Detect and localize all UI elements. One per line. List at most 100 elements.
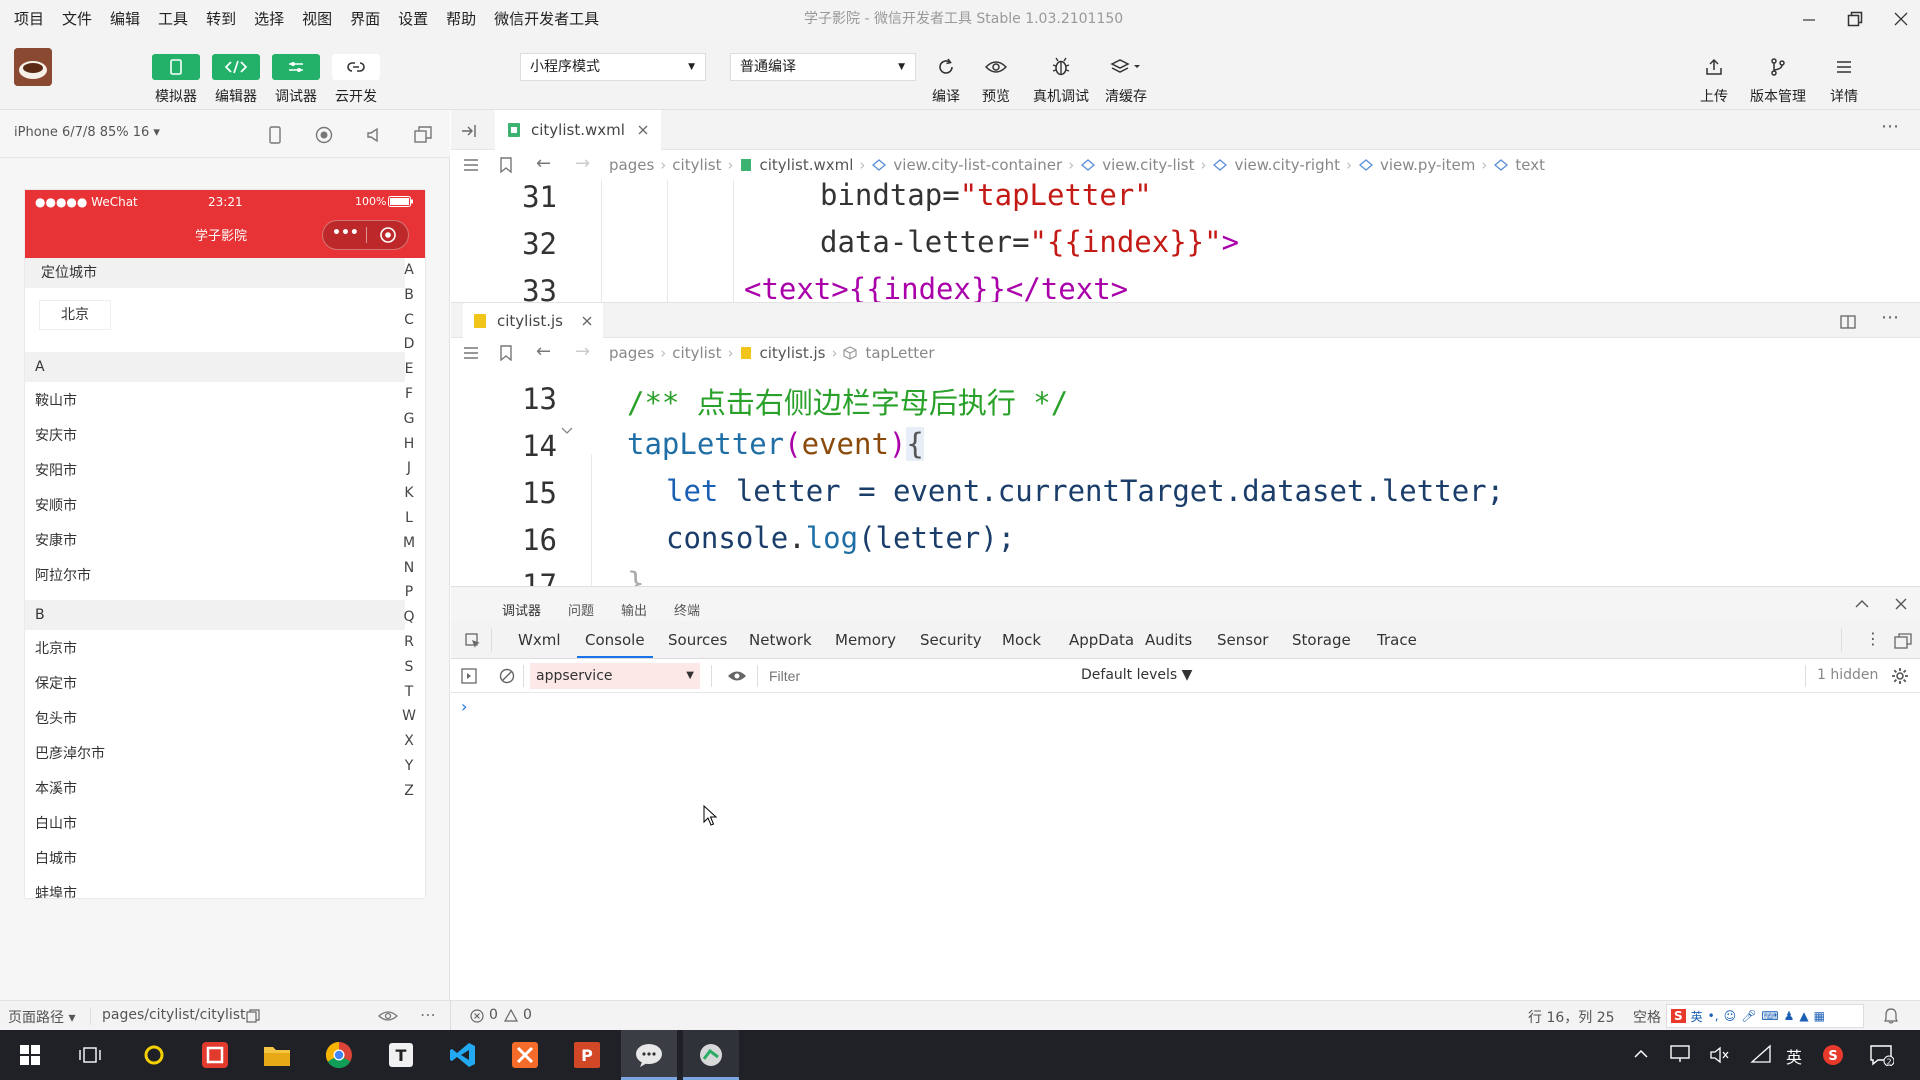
- index-letter[interactable]: Q: [402, 609, 416, 625]
- menu-tools[interactable]: 工具: [149, 0, 197, 38]
- grid-icon[interactable]: ▦: [1814, 1009, 1825, 1023]
- error-count[interactable]: 0: [489, 1007, 498, 1023]
- menu-wechat-devtools[interactable]: 微信开发者工具: [485, 0, 608, 38]
- devtools-tab-security[interactable]: Security: [920, 631, 982, 649]
- gear-icon[interactable]: [1891, 667, 1909, 685]
- index-letter[interactable]: G: [402, 411, 416, 427]
- speaker-mute-icon[interactable]: [1710, 1046, 1730, 1064]
- more-icon[interactable]: •••: [332, 225, 359, 241]
- index-letter[interactable]: T: [402, 684, 416, 700]
- more-actions-icon[interactable]: ⋯: [1881, 116, 1899, 137]
- context-select[interactable]: appservice ▼: [530, 663, 700, 689]
- menu-help[interactable]: 帮助: [437, 0, 485, 38]
- index-letter[interactable]: X: [402, 733, 416, 749]
- notification-bell-icon[interactable]: [1884, 1008, 1898, 1024]
- devtools-tab-memory[interactable]: Memory: [835, 631, 896, 649]
- back-arrow-icon[interactable]: ←: [536, 153, 551, 174]
- code-line-16[interactable]: console.log(letter);: [666, 521, 1015, 555]
- collapse-sidebar-icon[interactable]: [461, 124, 477, 138]
- devtools-tab-mock[interactable]: Mock: [1002, 631, 1041, 649]
- page-path-dropdown[interactable]: 页面路径 ▾: [8, 1007, 75, 1027]
- index-letter[interactable]: Y: [402, 758, 416, 774]
- taskbar-app-cortana[interactable]: [126, 1030, 182, 1080]
- upload-button[interactable]: 上传: [1684, 38, 1744, 110]
- index-letter[interactable]: D: [402, 336, 416, 352]
- city-item[interactable]: 蚌埠市: [25, 877, 405, 898]
- warning-count[interactable]: 0: [523, 1007, 532, 1023]
- city-item[interactable]: 白山市: [25, 807, 405, 842]
- taskbar-app-vscode[interactable]: [435, 1030, 491, 1080]
- mic-icon[interactable]: 🎤︎: [1741, 1009, 1756, 1023]
- index-letter[interactable]: Z: [402, 783, 416, 799]
- close-window-button[interactable]: [1878, 0, 1920, 38]
- clear-cache-button[interactable]: 清缓存: [1096, 38, 1156, 110]
- city-item[interactable]: 本溪市: [25, 772, 405, 807]
- inspect-element-icon[interactable]: [465, 633, 481, 649]
- back-arrow-icon[interactable]: ←: [536, 341, 551, 362]
- outline-list-icon[interactable]: [463, 346, 479, 360]
- city-item[interactable]: 包头市: [25, 702, 405, 737]
- kebab-menu-icon[interactable]: ⋮: [1865, 629, 1881, 648]
- record-icon[interactable]: [315, 126, 333, 144]
- close-tab-icon[interactable]: [637, 124, 649, 136]
- city-item[interactable]: 安庆市: [25, 419, 405, 454]
- bookmark-icon[interactable]: [500, 345, 512, 361]
- taskbar-app-typora[interactable]: T: [373, 1030, 429, 1080]
- error-circle-icon[interactable]: [470, 1009, 484, 1023]
- devtools-tab-sensor[interactable]: Sensor: [1217, 631, 1268, 649]
- sogou-tray-icon[interactable]: S: [1822, 1044, 1844, 1066]
- index-letter[interactable]: E: [402, 361, 416, 377]
- input-language[interactable]: 英: [1786, 1044, 1802, 1068]
- index-letter[interactable]: B: [402, 287, 416, 303]
- remote-debug-button[interactable]: 真机调试: [1031, 38, 1091, 110]
- phone-rotate-icon[interactable]: [268, 126, 282, 144]
- crumb-item[interactable]: view.city-list-container: [893, 156, 1062, 174]
- crumb-item[interactable]: view.city-list: [1102, 156, 1194, 174]
- taskbar-app-wechat[interactable]: [621, 1030, 677, 1080]
- clear-console-icon[interactable]: [499, 668, 515, 684]
- crumb-item[interactable]: pages: [609, 344, 654, 362]
- volume-icon[interactable]: [366, 126, 382, 144]
- index-letter[interactable]: W: [402, 708, 416, 724]
- editor-button[interactable]: 编辑器: [206, 38, 266, 110]
- tab-citylist-wxml[interactable]: citylist.wxml: [495, 110, 661, 150]
- tab-terminal[interactable]: 终端: [674, 600, 700, 619]
- city-item[interactable]: 保定市: [25, 667, 405, 702]
- version-control-button[interactable]: 版本管理: [1748, 38, 1808, 110]
- console-prompt[interactable]: ›: [461, 697, 467, 716]
- device-select[interactable]: iPhone 6/7/8 85% 16 ▾: [14, 125, 160, 140]
- taskbar-app-chrome[interactable]: [311, 1030, 367, 1080]
- task-view-button[interactable]: [62, 1030, 118, 1080]
- skin-icon[interactable]: ♟: [1784, 1009, 1795, 1023]
- menu-view[interactable]: 视图: [293, 0, 341, 38]
- menu-edit[interactable]: 编辑: [101, 0, 149, 38]
- city-item[interactable]: 安康市: [25, 524, 405, 559]
- devtools-tab-appdata[interactable]: AppData: [1069, 631, 1134, 649]
- forward-arrow-icon[interactable]: →: [575, 341, 590, 362]
- devtools-tab-network[interactable]: Network: [749, 631, 812, 649]
- code-line-31[interactable]: bindtap="tapLetter": [820, 178, 1152, 212]
- restore-button[interactable]: [1832, 0, 1878, 38]
- city-item[interactable]: 白城市: [25, 842, 405, 877]
- code-line-15[interactable]: let letter = event.currentTarget.dataset…: [666, 474, 1504, 508]
- city-item[interactable]: 安阳市: [25, 454, 405, 489]
- index-letter[interactable]: H: [402, 436, 416, 452]
- taskbar-app-cube[interactable]: [187, 1030, 243, 1080]
- devtools-tab-storage[interactable]: Storage: [1292, 631, 1351, 649]
- city-item[interactable]: 鞍山市: [25, 384, 405, 419]
- tab-problems[interactable]: 问题: [568, 600, 594, 619]
- indent-mode[interactable]: 空格: [1633, 1007, 1661, 1027]
- bookmark-icon[interactable]: [500, 157, 512, 173]
- fold-chevron-icon[interactable]: [561, 426, 573, 436]
- menu-interface[interactable]: 界面: [341, 0, 389, 38]
- index-letter[interactable]: A: [402, 262, 416, 278]
- menu-goto[interactable]: 转到: [197, 0, 245, 38]
- close-miniprogram-icon[interactable]: [379, 226, 397, 244]
- details-button[interactable]: 详情: [1814, 38, 1874, 110]
- index-letter[interactable]: R: [402, 634, 416, 650]
- code-line-14[interactable]: tapLetter(event){: [627, 427, 924, 461]
- city-item[interactable]: 安顺市: [25, 489, 405, 524]
- detach-window-icon[interactable]: [414, 126, 432, 144]
- city-item[interactable]: 北京市: [25, 632, 405, 667]
- ime-toolbar[interactable]: S 英 •, ☺ 🎤︎ ⌨ ♟ ▲ ▦: [1666, 1004, 1864, 1028]
